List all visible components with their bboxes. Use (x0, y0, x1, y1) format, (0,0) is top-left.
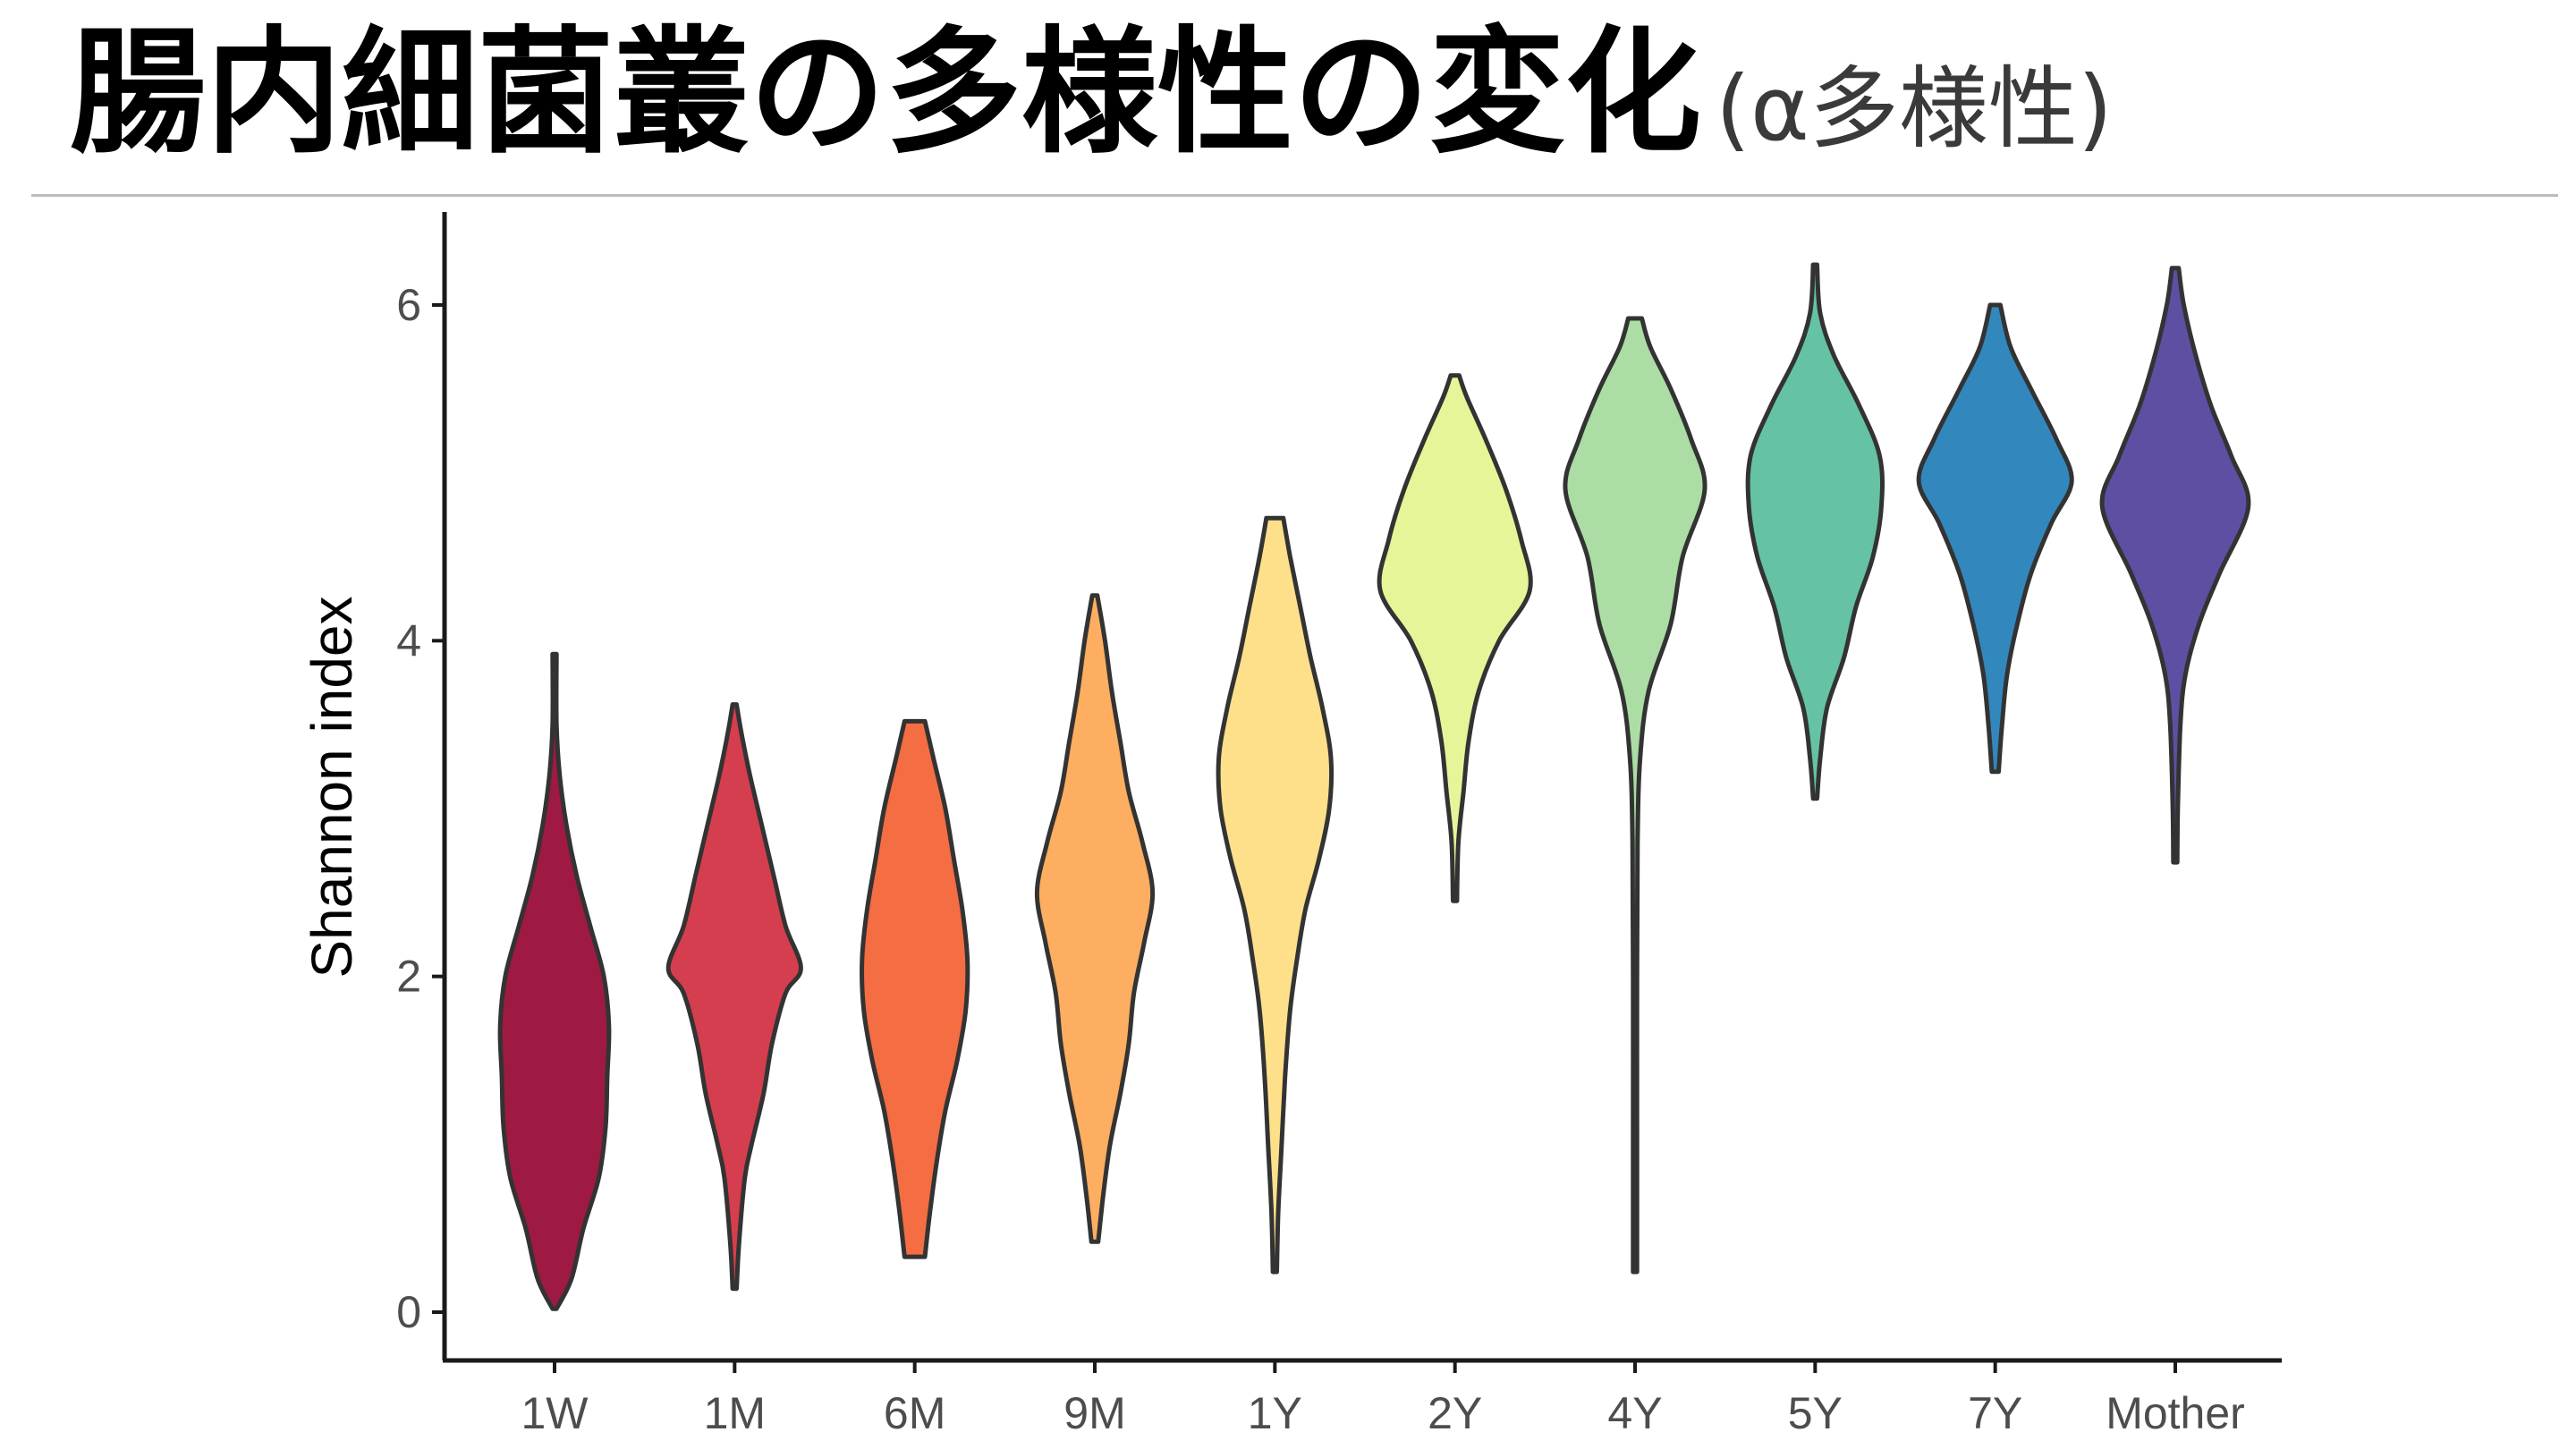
y-tick-label: 2 (396, 952, 421, 1002)
y-tick-label: 4 (396, 615, 421, 665)
violin-mother (2099, 266, 2251, 865)
x-tick-label: 2Y (1428, 1388, 1482, 1438)
x-tick-label: 6M (884, 1388, 945, 1438)
y-tick-label: 0 (396, 1287, 421, 1337)
x-tick-label: 1Y (1248, 1388, 1302, 1438)
violin-1w (497, 651, 612, 1311)
violin-chart: 0 2 4 6 1W 1M 6M 9M 1Y 2Y 4Y 5Y 7Y Mother Shannon in… (300, 212, 2282, 1438)
x-axis-ticks: 1W 1M 6M 9M 1Y 2Y 4Y 5Y 7Y Mother (521, 1360, 2245, 1438)
violin-9m (1034, 593, 1156, 1244)
violin-2y (1377, 373, 1533, 903)
violin-1y (1216, 515, 1335, 1275)
violin-group (497, 262, 2251, 1311)
x-tick-label: 4Y (1607, 1388, 1662, 1438)
x-tick-label: 1W (521, 1388, 589, 1438)
violin-7y (1916, 302, 2074, 775)
x-tick-label: 9M (1063, 1388, 1125, 1438)
y-axis-title: Shannon index (300, 596, 364, 978)
y-axis-ticks: 0 2 4 6 (396, 280, 445, 1337)
y-tick-label: 6 (396, 280, 421, 330)
violin-4y (1563, 316, 1707, 1275)
violin-5y (1745, 262, 1885, 801)
x-tick-label: 1M (704, 1388, 766, 1438)
violin-1m (665, 702, 803, 1292)
x-tick-label: 7Y (1968, 1388, 2022, 1438)
x-tick-label: Mother (2106, 1388, 2245, 1438)
x-tick-label: 5Y (1788, 1388, 1843, 1438)
violin-6m (860, 718, 970, 1259)
